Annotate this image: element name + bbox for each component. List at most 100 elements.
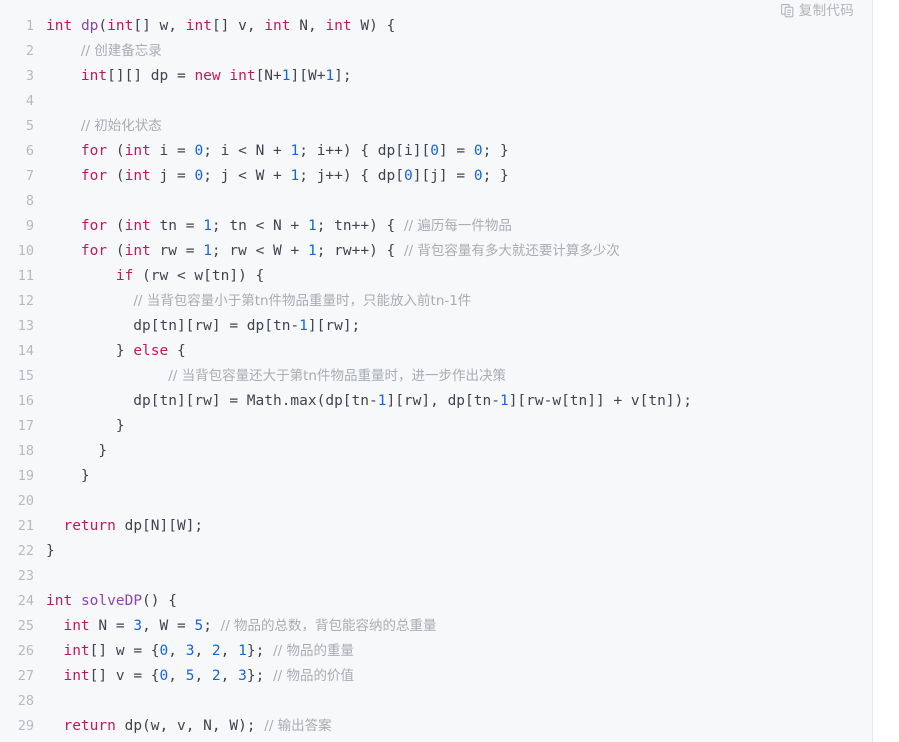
code-token-kw: int: [229, 68, 256, 84]
code-token-num: 0: [473, 143, 483, 159]
code-token-pl: ] =: [438, 143, 474, 159]
code-line-text: int[][] dp = new int[N+1][W+1];: [46, 64, 872, 89]
code-token-pl: dp[N][W];: [115, 518, 204, 534]
line-number: 15: [17, 368, 34, 384]
code-line: 1 int dp(int[] w, int[] v, int N, int W) …: [0, 14, 872, 39]
code-line-text: } else {: [46, 339, 872, 364]
code-line: 20: [0, 489, 872, 514]
code-token-pl: }: [46, 343, 134, 359]
line-number: 6: [25, 143, 34, 159]
code-token-cmt: // 输出答案: [264, 718, 332, 734]
code-line-text: return dp[N][W];: [46, 514, 872, 539]
code-token-pl: rw =: [150, 243, 204, 259]
code-line-text: int[] v = {0, 5, 2, 3}; // 物品的价值: [46, 664, 872, 689]
code-token-num: 1: [290, 168, 300, 184]
code-token-pl: ][j] =: [412, 168, 474, 184]
line-number: 22: [17, 543, 34, 559]
code-token-kw: for: [80, 218, 108, 234]
code-lines[interactable]: 1 int dp(int[] w, int[] v, int N, int W) …: [0, 14, 872, 739]
code-line: 15 // 当背包容量还大于第tn件物品重量时，进一步作出决策: [0, 364, 872, 389]
code-token-kw: int: [124, 168, 151, 184]
code-token-num: 0: [404, 168, 413, 184]
line-number: 18: [17, 443, 34, 459]
code-line: 21 return dp[N][W];: [0, 514, 872, 539]
code-line-text: // 当背包容量小于第tn件物品重量时，只能放入前tn-1件: [46, 289, 872, 314]
code-token-pl: ; i++) { dp[i][: [299, 143, 431, 159]
line-number: 13: [17, 318, 34, 334]
code-line-text: if (rw < w[tn]) {: [46, 264, 872, 289]
code-line: 18 }: [0, 439, 872, 464]
line-number: 27: [17, 668, 34, 684]
line-number: 14: [17, 343, 34, 359]
line-number: 5: [25, 118, 34, 134]
code-token-cmt: // 当背包容量小于第tn件物品重量时，只能放入前tn-1件: [133, 293, 472, 309]
code-line: 5 // 初始化状态: [0, 114, 872, 139]
code-token-pl: ; }: [482, 143, 509, 159]
code-token-num: 1: [499, 393, 509, 409]
code-line: 19 }: [0, 464, 872, 489]
code-token-num: 1: [307, 243, 317, 259]
code-line: 3 int[][] dp = new int[N+1][W+1];: [0, 64, 872, 89]
code-line: 27 int[] v = {0, 5, 2, 3}; // 物品的价值: [0, 664, 872, 689]
code-block-container: 复制代码 1 int dp(int[] w, int[] v, int N, in…: [0, 0, 873, 742]
code-token-num: 1: [290, 143, 300, 159]
code-token-kw: for: [80, 168, 108, 184]
code-line-text: dp[tn][rw] = Math.max(dp[tn- 1][rw], dp[t…: [46, 389, 872, 414]
code-token-kw: for: [80, 243, 108, 259]
copy-icon: [780, 4, 794, 18]
code-line-text: }: [46, 464, 872, 489]
code-token-pl: }: [46, 468, 90, 484]
code-token-num: 3: [133, 618, 143, 634]
code-token-kw: int: [185, 18, 212, 34]
code-token-kw: return: [63, 718, 116, 734]
copy-code-button[interactable]: 复制代码: [780, 0, 854, 22]
code-token-pl: ; rw < W +: [211, 243, 308, 259]
code-line-text: }: [46, 414, 872, 439]
code-token-num: 1: [203, 243, 212, 259]
code-token-num: 1: [238, 643, 247, 659]
code-token-pl: (: [107, 168, 125, 184]
code-token-pl: ,: [220, 668, 239, 684]
code-token-pl: }: [46, 543, 55, 559]
code-line: 23: [0, 564, 872, 589]
code-token-pl: ,: [168, 668, 186, 684]
code-line-text: for (int tn = 1; tn < N + 1; tn++) { // …: [46, 214, 872, 239]
line-number: 28: [17, 693, 34, 709]
code-token-pl: [][] dp =: [107, 68, 195, 84]
line-number: 29: [17, 718, 34, 734]
code-token-kw: int: [325, 18, 352, 34]
code-line: 10 for (int rw = 1; rw < W + 1; rw++) { …: [0, 239, 872, 264]
code-token-fn: solveDP: [80, 593, 143, 609]
code-token-pl: ; i < N +: [203, 143, 291, 159]
code-token-pl: dp[tn][rw] = Math.max(dp[tn-: [46, 393, 378, 409]
code-token-num: 3: [238, 668, 247, 684]
code-token-num: 0: [159, 643, 169, 659]
code-token-cmt: // 物品的总数，背包能容纳的总重量: [220, 618, 437, 634]
code-token-pl: (rw < w[tn]) {: [133, 268, 265, 284]
code-token-pl: ][rw], dp[tn-: [386, 393, 500, 409]
code-token-pl: (: [98, 18, 108, 34]
code-token-pl: (: [107, 218, 125, 234]
code-token-kw: int: [46, 593, 73, 609]
code-token-num: 1: [203, 218, 212, 234]
code-line: 29 return dp(w, v, N, W); // 输出答案: [0, 714, 872, 739]
line-number: 11: [17, 268, 34, 284]
code-token-pl: ][W+: [290, 68, 326, 84]
code-token-kw: new: [194, 68, 221, 84]
code-token-kw: int: [124, 243, 151, 259]
code-line: 26 int[] w = {0, 3, 2, 1}; // 物品的重量: [0, 639, 872, 664]
code-token-pl: [] w,: [133, 18, 186, 34]
